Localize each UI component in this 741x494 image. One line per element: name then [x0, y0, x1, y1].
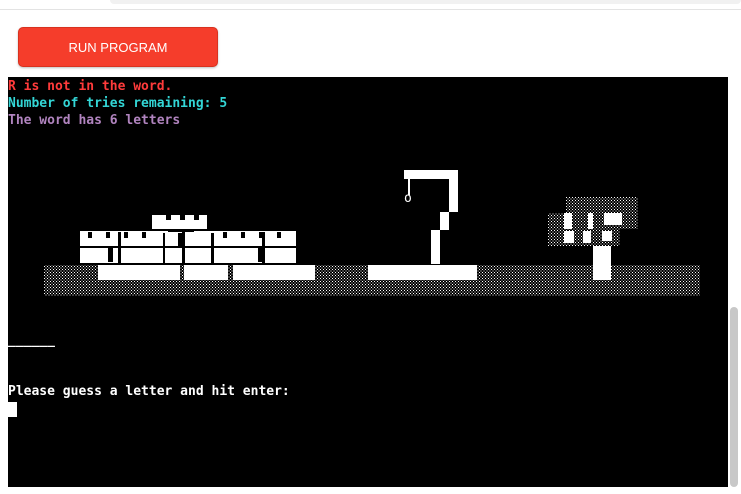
castle-icon: [80, 215, 296, 263]
scrollbar[interactable]: [728, 77, 741, 494]
text-cursor[interactable]: [8, 402, 17, 417]
ground-slab-left: [98, 265, 180, 280]
gallows-icon: [404, 170, 458, 264]
terminal[interactable]: R is not in the word. Number of tries re…: [8, 77, 728, 487]
ground-slab: [233, 265, 315, 280]
ascii-art-scene: [44, 170, 700, 296]
browser-top-bar: [0, 0, 741, 10]
tab-strip: [110, 0, 741, 4]
ground-slab: [184, 265, 228, 280]
hangman-head: o: [404, 191, 412, 206]
ground-slab-gallows: [368, 265, 477, 280]
word-blanks: ______: [8, 333, 55, 348]
input-prompt: Please guess a letter and hit enter:: [8, 384, 290, 399]
run-program-button[interactable]: RUN PROGRAM: [18, 27, 218, 67]
scrollbar-thumb[interactable]: [730, 307, 738, 487]
